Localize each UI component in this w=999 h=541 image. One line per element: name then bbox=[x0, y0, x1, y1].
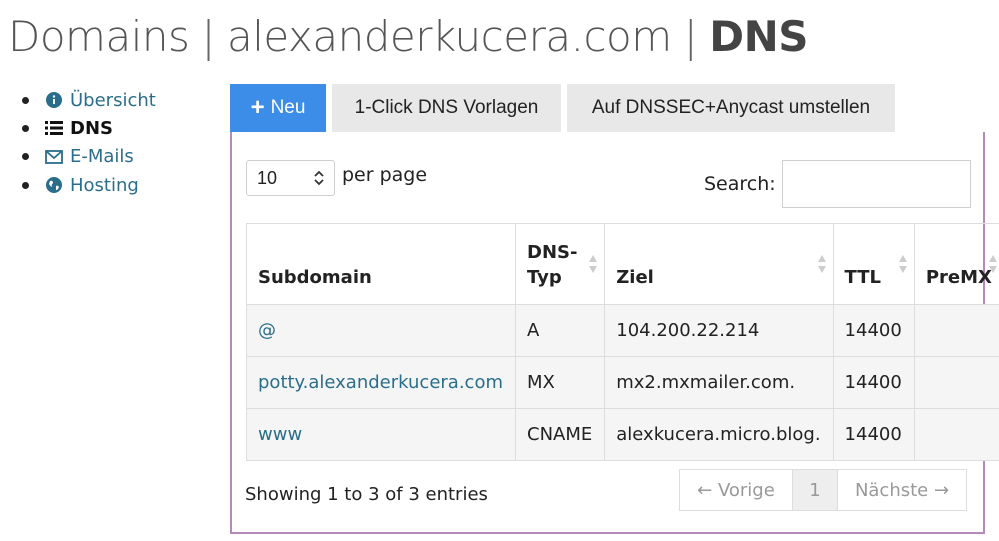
sidebar-item-label[interactable]: DNS bbox=[70, 118, 113, 139]
cell-target: mx2.mxmailer.com. bbox=[604, 356, 834, 409]
search-label: Search: bbox=[704, 173, 776, 195]
sidebar-item-hosting[interactable]: Hosting bbox=[22, 171, 156, 199]
cell-premx bbox=[913, 304, 999, 357]
next-page-button[interactable]: Nächste → bbox=[838, 470, 966, 510]
breadcrumb-domains[interactable]: Domains bbox=[8, 12, 190, 61]
subdomain-link[interactable]: potty.alexanderkucera.com bbox=[258, 372, 503, 393]
cell-dns-type: A bbox=[514, 304, 606, 357]
bullet bbox=[22, 96, 29, 104]
page-title: Domains | alexanderkucera.com | DNS bbox=[8, 12, 809, 61]
new-record-label: Neu bbox=[270, 97, 306, 118]
pagination: ← Vorige 1 Nächste → bbox=[679, 469, 967, 511]
sidebar-item-label[interactable]: Übersicht bbox=[70, 90, 156, 111]
page-length-control: 10 per page bbox=[246, 160, 427, 196]
select-arrows-icon bbox=[314, 170, 324, 186]
plus-icon: + bbox=[250, 94, 265, 121]
cell-subdomain: www bbox=[246, 408, 516, 461]
table-row: potty.alexanderkucera.com MX mx2.mxmaile… bbox=[246, 356, 999, 409]
sort-icon bbox=[817, 255, 826, 273]
search-input[interactable] bbox=[781, 160, 971, 208]
bullet bbox=[22, 124, 29, 132]
sidebar-item-label[interactable]: E-Mails bbox=[70, 146, 134, 167]
previous-page-button[interactable]: ← Vorige bbox=[680, 470, 793, 510]
globe-icon bbox=[45, 176, 63, 194]
column-header-dns-type[interactable]: DNS-Typ bbox=[514, 223, 606, 305]
page-length-select[interactable]: 10 bbox=[246, 160, 335, 196]
cell-ttl: 14400 bbox=[832, 408, 915, 461]
sidebar-item-emails[interactable]: E-Mails bbox=[22, 143, 156, 171]
toolbar: + Neu 1-Click DNS Vorlagen Auf DNSSEC+An… bbox=[230, 84, 895, 132]
bullet bbox=[22, 153, 29, 161]
cell-target: 104.200.22.214 bbox=[604, 304, 834, 357]
cell-premx bbox=[913, 408, 999, 461]
breadcrumb-separator: | bbox=[201, 12, 216, 61]
cell-subdomain: @ bbox=[246, 304, 516, 357]
table-row: @ A 104.200.22.214 14400 bbox=[246, 304, 999, 357]
sidebar-nav: Übersicht DNS E-Mails Hosting bbox=[22, 86, 156, 199]
column-header-subdomain[interactable]: Subdomain bbox=[246, 223, 516, 305]
cell-ttl: 14400 bbox=[832, 356, 915, 409]
dns-templates-button[interactable]: 1-Click DNS Vorlagen bbox=[332, 84, 561, 132]
breadcrumb-separator: | bbox=[683, 12, 698, 61]
new-record-button[interactable]: + Neu bbox=[230, 84, 326, 132]
subdomain-link[interactable]: @ bbox=[258, 320, 276, 341]
table-info: Showing 1 to 3 of 3 entries bbox=[245, 484, 488, 505]
sort-icon bbox=[898, 255, 907, 273]
cell-target: alexkucera.micro.blog. bbox=[604, 408, 834, 461]
dns-records-table: Subdomain DNS-Typ Ziel TTL PreMX @ A 104… bbox=[246, 223, 999, 461]
bullet bbox=[22, 181, 29, 189]
search-control: Search: bbox=[704, 160, 971, 208]
breadcrumb-domain[interactable]: alexanderkucera.com bbox=[227, 12, 672, 61]
cell-dns-type: MX bbox=[514, 356, 606, 409]
info-circle-icon bbox=[45, 91, 63, 109]
sidebar-item-label[interactable]: Hosting bbox=[70, 175, 139, 196]
table-row: www CNAME alexkucera.micro.blog. 14400 bbox=[246, 408, 999, 461]
cell-ttl: 14400 bbox=[832, 304, 915, 357]
sidebar-item-overview[interactable]: Übersicht bbox=[22, 86, 156, 114]
breadcrumb-current: DNS bbox=[709, 12, 809, 61]
table-header-row: Subdomain DNS-Typ Ziel TTL PreMX bbox=[246, 223, 999, 305]
envelope-icon bbox=[45, 148, 63, 166]
cell-premx bbox=[913, 356, 999, 409]
sort-icon bbox=[988, 255, 997, 273]
page-number-button[interactable]: 1 bbox=[793, 470, 838, 510]
list-icon bbox=[45, 119, 63, 137]
per-page-label: per page bbox=[342, 164, 428, 186]
cell-subdomain: potty.alexanderkucera.com bbox=[246, 356, 516, 409]
sidebar-item-dns[interactable]: DNS bbox=[22, 114, 156, 142]
page-length-value: 10 bbox=[257, 167, 278, 188]
sort-icon bbox=[589, 255, 598, 273]
subdomain-link[interactable]: www bbox=[258, 424, 302, 445]
dnssec-anycast-button[interactable]: Auf DNSSEC+Anycast umstellen bbox=[567, 84, 895, 132]
column-header-premx[interactable]: PreMX bbox=[913, 223, 999, 305]
column-header-target[interactable]: Ziel bbox=[604, 223, 834, 305]
column-header-ttl[interactable]: TTL bbox=[832, 223, 915, 305]
cell-dns-type: CNAME bbox=[514, 408, 606, 461]
